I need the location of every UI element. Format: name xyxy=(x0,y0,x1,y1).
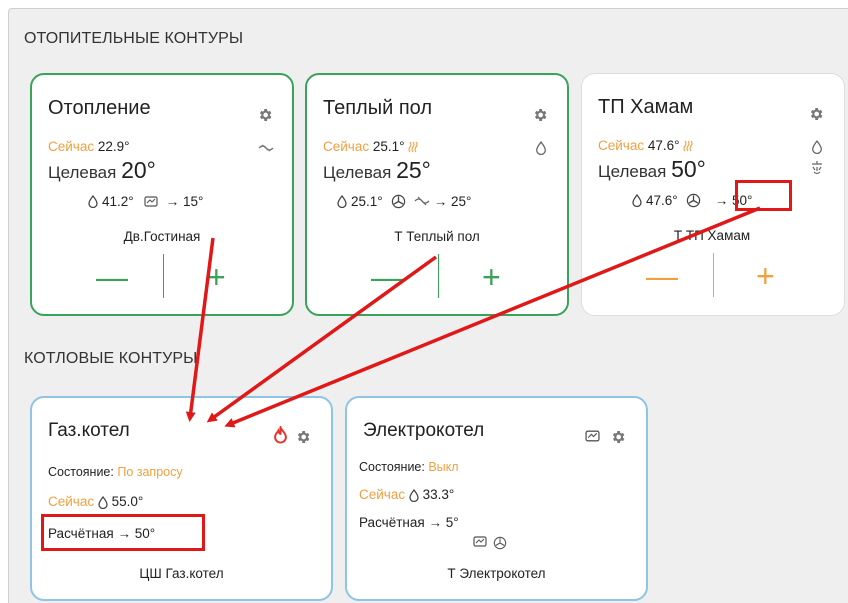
now-reading: Сейчас 47.6° xyxy=(598,138,693,153)
fan-off-icon xyxy=(258,144,274,152)
target-label: Целевая xyxy=(323,163,392,182)
water-drop-icon xyxy=(337,195,347,208)
decrease-button[interactable]: — xyxy=(646,260,678,292)
water-drop-icon xyxy=(536,141,546,155)
valve-icon xyxy=(144,196,158,207)
info-target: → 15° xyxy=(165,194,204,209)
heat-waves-icon xyxy=(683,141,693,152)
calc-label: Расчётная xyxy=(359,515,425,530)
sensor-label: Т ТП Хамам xyxy=(673,228,751,243)
valve-icon xyxy=(585,430,600,442)
now-label: Сейчас xyxy=(598,138,645,153)
now-reading: Сейчас 55.0° xyxy=(48,494,143,509)
gear-icon[interactable] xyxy=(257,107,273,123)
gear-icon[interactable] xyxy=(808,106,824,122)
increase-button[interactable]: + xyxy=(756,260,775,292)
decrease-button[interactable]: — xyxy=(96,261,128,293)
target-value: 25° xyxy=(396,157,431,183)
calc-value: → 5° xyxy=(428,515,459,530)
pump-icon xyxy=(391,194,405,209)
status-value: Выкл xyxy=(428,460,459,474)
now-label: Сейчас xyxy=(48,139,95,154)
sensor-label: Т Электрокотел xyxy=(447,566,546,581)
valve-icon xyxy=(473,536,487,547)
target-reading: Целевая 20° xyxy=(48,157,156,184)
control-divider xyxy=(438,254,439,298)
now-reading: Сейчас 22.9° xyxy=(48,139,130,154)
water-drop-icon xyxy=(98,495,108,509)
water-drop-icon xyxy=(409,488,419,502)
target-reading: Целевая 25° xyxy=(323,157,431,184)
annotation-box-target-hamam xyxy=(735,180,792,211)
calc-reading: Расчётная → 5° xyxy=(359,515,459,530)
sensor-label: Т Теплый пол xyxy=(394,229,480,244)
heating-card-tp-hamam[interactable]: ТП Хамам Сейчас 47.6° Целевая 50° 47.6° … xyxy=(581,73,845,316)
section-title-heating: ОТОПИТЕЛЬНЫЕ КОНТУРЫ xyxy=(24,30,244,47)
flame-icon xyxy=(274,426,287,444)
increase-button[interactable]: + xyxy=(482,261,501,293)
gear-icon[interactable] xyxy=(610,429,626,445)
heating-card-otoplenie[interactable]: Отопление Сейчас 22.9° Целевая 20° 41.2°… xyxy=(30,73,294,316)
card-title: Электрокотел xyxy=(363,420,485,441)
now-reading: Сейчас 33.3° xyxy=(359,487,454,502)
target-value: 50° xyxy=(671,156,706,182)
target-value: 20° xyxy=(121,157,156,183)
now-value: 47.6° xyxy=(647,138,680,153)
info-target: → 25° xyxy=(433,194,472,209)
section-title-boilers: КОТЛОВЫЕ КОНТУРЫ xyxy=(24,350,198,367)
target-label: Целевая xyxy=(48,163,117,182)
shower-icon xyxy=(812,161,822,175)
water-drop-icon xyxy=(88,195,98,208)
control-divider xyxy=(713,253,714,297)
target-reading: Целевая 50° xyxy=(598,156,706,183)
now-value: 22.9° xyxy=(97,139,130,154)
now-value: 25.1° xyxy=(372,139,405,154)
increase-button[interactable]: + xyxy=(207,261,226,293)
heating-card-teplyy-pol[interactable]: Теплый пол Сейчас 25.1° Целевая 25° 25.1… xyxy=(305,73,569,316)
gear-icon[interactable] xyxy=(295,429,311,445)
now-reading: Сейчас 25.1° xyxy=(323,139,418,154)
card-title: Газ.котел xyxy=(48,420,130,441)
info-row: 41.2° → 15° xyxy=(88,194,203,209)
now-value: 55.0° xyxy=(111,494,144,509)
info-temp: 47.6° xyxy=(646,193,678,208)
pump-icon xyxy=(686,193,700,208)
control-divider xyxy=(163,254,164,298)
card-title: Отопление xyxy=(48,97,151,119)
heat-waves-icon xyxy=(408,142,418,153)
annotation-box-calc-gaz xyxy=(41,514,205,551)
sensor-label: ЦШ Газ.котел xyxy=(139,566,224,581)
info-temp: 25.1° xyxy=(351,194,383,209)
info-temp: 41.2° xyxy=(102,194,134,209)
now-label: Сейчас xyxy=(359,487,406,502)
now-value: 33.3° xyxy=(422,487,455,502)
status-row: Состояние: По запросу xyxy=(48,465,183,479)
water-drop-icon xyxy=(632,194,642,207)
water-drop-icon xyxy=(812,140,822,154)
card-title: ТП Хамам xyxy=(598,96,694,118)
gear-icon[interactable] xyxy=(532,107,548,123)
status-label: Состояние: xyxy=(48,465,114,479)
status-value: По запросу xyxy=(117,465,183,479)
boiler-card-gaz-kotel[interactable]: Газ.котел Состояние: По запросу Сейчас 5… xyxy=(30,396,333,601)
status-label: Состояние: xyxy=(359,460,425,474)
info-row: 25.1° → 25° xyxy=(337,194,471,209)
status-row: Состояние: Выкл xyxy=(359,460,459,474)
mixing-valve-icon xyxy=(414,196,430,206)
now-label: Сейчас xyxy=(323,139,370,154)
sensor-label: Дв.Гостиная xyxy=(123,229,201,244)
status-icons xyxy=(473,536,507,550)
pump-icon xyxy=(493,536,507,550)
decrease-button[interactable]: — xyxy=(371,261,403,293)
boiler-card-elektrokotel[interactable]: Электрокотел Состояние: Выкл Сейчас 33.3… xyxy=(345,396,648,601)
target-label: Целевая xyxy=(598,162,667,181)
now-label: Сейчас xyxy=(48,494,95,509)
card-title: Теплый пол xyxy=(323,97,433,119)
